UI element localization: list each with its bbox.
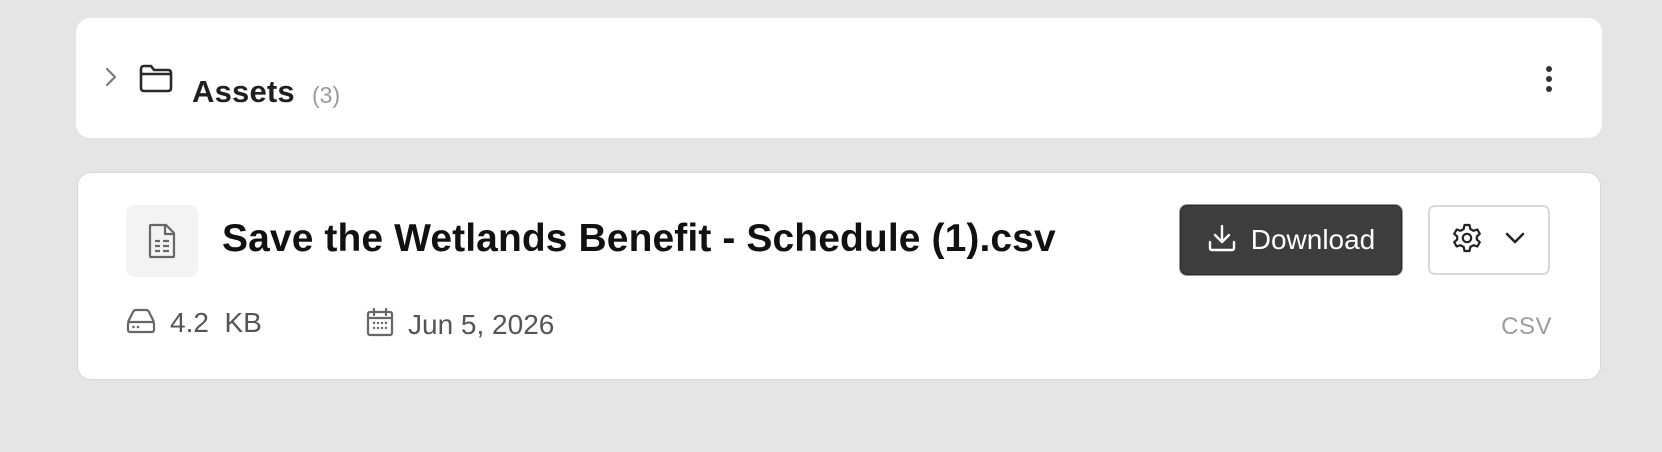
file-size: 4.2 KB — [126, 307, 262, 339]
chevron-down-icon — [1504, 231, 1526, 250]
file-date: Jun 5, 2026 — [366, 307, 554, 342]
kebab-menu-icon[interactable] — [1534, 62, 1564, 96]
folder-item-count: (3) — [312, 82, 341, 108]
hard-drive-icon — [126, 308, 156, 339]
folder-row[interactable]: Assets (3) — [76, 18, 1602, 138]
download-button-label: Download — [1250, 224, 1376, 255]
folder-icon — [138, 60, 174, 96]
file-name: Save the Wetlands Benefit - Schedule (1)… — [222, 217, 1056, 260]
folder-title: Assets — [192, 74, 295, 109]
file-date-value: Jun 5, 2026 — [408, 308, 555, 340]
settings-dropdown-button[interactable] — [1428, 205, 1550, 275]
download-icon — [1207, 223, 1237, 258]
download-button[interactable]: Download — [1180, 205, 1402, 275]
gear-icon — [1452, 223, 1482, 258]
chevron-right-icon[interactable] — [98, 64, 124, 90]
spreadsheet-file-icon — [126, 205, 198, 277]
file-type-label: CSV — [1501, 313, 1552, 340]
file-card: Save the Wetlands Benefit - Schedule (1)… — [77, 172, 1601, 380]
calendar-icon — [366, 307, 394, 342]
file-size-value: 4.2 KB — [170, 307, 262, 338]
